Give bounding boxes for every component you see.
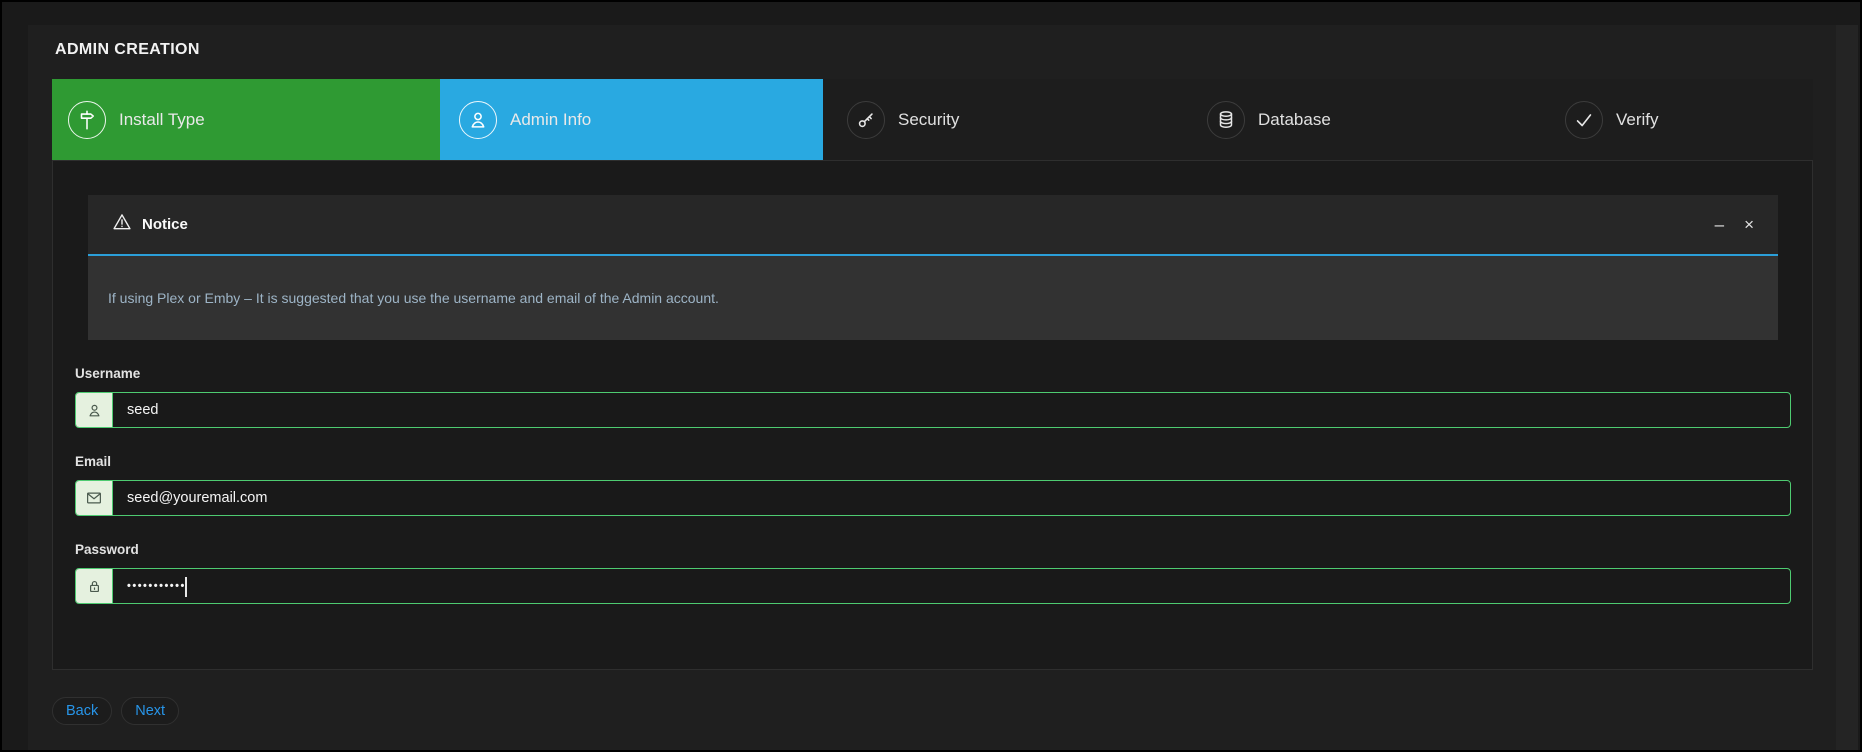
user-icon (76, 393, 113, 427)
lock-icon (76, 569, 113, 603)
email-input-group (75, 480, 1791, 516)
key-icon (847, 101, 885, 139)
tab-verify[interactable]: Verify (1483, 79, 1813, 160)
tab-admin-info[interactable]: Admin Info (440, 79, 823, 160)
wizard-actions: Back Next (52, 697, 179, 725)
tab-label: Security (898, 110, 959, 130)
database-icon (1207, 101, 1245, 139)
username-input[interactable] (113, 393, 1790, 427)
scrollbar-track[interactable] (1836, 25, 1858, 750)
back-button[interactable]: Back (52, 697, 112, 725)
page-background: ADMIN CREATION Install Type (2, 2, 1860, 750)
warning-icon (112, 212, 132, 237)
email-label: Email (75, 454, 111, 469)
user-icon (459, 101, 497, 139)
tab-database[interactable]: Database (1153, 79, 1483, 160)
email-input[interactable] (113, 481, 1790, 515)
form-container: Notice – × If using Plex or Emby – It is… (52, 160, 1813, 670)
notice-panel: Notice – × If using Plex or Emby – It is… (88, 195, 1778, 340)
check-icon (1565, 101, 1603, 139)
page-title: ADMIN CREATION (55, 41, 200, 59)
tab-security[interactable]: Security (823, 79, 1153, 160)
notice-title: Notice (142, 216, 188, 233)
signpost-icon (68, 101, 106, 139)
main-panel: ADMIN CREATION Install Type (28, 25, 1836, 750)
envelope-icon (76, 481, 113, 515)
notice-body: If using Plex or Emby – It is suggested … (88, 256, 1778, 340)
wizard-step-tabs: Install Type Admin Info (52, 79, 1813, 160)
next-button[interactable]: Next (121, 697, 179, 725)
username-input-group (75, 392, 1791, 428)
tab-install-type[interactable]: Install Type (52, 79, 440, 160)
username-label: Username (75, 366, 140, 381)
notice-text: If using Plex or Emby – It is suggested … (108, 290, 719, 306)
tab-label: Verify (1616, 110, 1659, 130)
close-icon[interactable]: × (1744, 216, 1754, 233)
tab-label: Admin Info (510, 110, 591, 130)
password-label: Password (75, 542, 139, 557)
tab-label: Install Type (119, 110, 205, 130)
text-caret (185, 577, 187, 597)
notice-header: Notice – × (88, 195, 1778, 256)
notice-controls: – × (1715, 216, 1754, 233)
minimize-icon[interactable]: – (1715, 216, 1724, 233)
password-input[interactable] (113, 569, 1790, 603)
password-input-group (75, 568, 1791, 604)
tab-label: Database (1258, 110, 1331, 130)
screenshot-frame: ADMIN CREATION Install Type (0, 0, 1862, 752)
